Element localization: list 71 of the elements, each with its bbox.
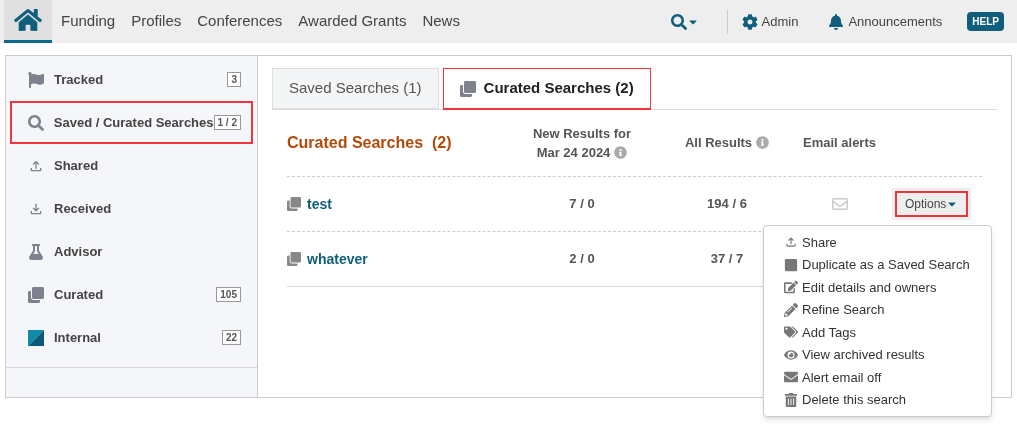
edit-icon [784, 280, 798, 295]
search-icon [28, 114, 44, 131]
info-icon [756, 136, 770, 150]
flask-icon [28, 243, 44, 260]
column-header: New Results for Mar 24 2024 [531, 124, 633, 162]
sidebar-item[interactable]: Received [10, 187, 253, 230]
sidebar-item[interactable]: Shared [10, 144, 253, 187]
copies-icon [28, 286, 44, 303]
table-cell-text: 194 / 6 [706, 195, 748, 214]
table-cell-text: 37 / 7 [709, 250, 745, 269]
nav-link[interactable]: News [422, 10, 460, 33]
envelope-icon [831, 196, 848, 212]
search-dropdown-button[interactable] [670, 13, 699, 30]
menu-item[interactable]: Delete this search [784, 388, 991, 411]
count-badge: 22 [221, 330, 241, 345]
sidebar-label: Received [54, 199, 113, 218]
menu-item[interactable]: Refine Search [784, 298, 991, 321]
copies-icon [287, 252, 301, 266]
sidebar-item[interactable]: Tracked 3 [10, 58, 253, 101]
bell-icon [828, 13, 845, 30]
flag-icon [28, 71, 44, 88]
count-badge: 1 / 2 [213, 115, 241, 130]
count-badge: 3 [227, 72, 241, 87]
tab[interactable]: Saved Searches (1) [272, 68, 439, 109]
search-icon [670, 13, 687, 30]
nav-link[interactable]: Profiles [131, 10, 182, 33]
nav-link[interactable]: Conferences [197, 10, 283, 33]
sidebar-label: Saved / Curated Searches [53, 113, 214, 132]
menu-item[interactable]: Duplicate as a Saved Search [784, 253, 991, 276]
sidebar-item[interactable]: Curated 105 [10, 273, 253, 316]
menu-item[interactable]: Share [784, 231, 991, 254]
table-title: Curated Searches (2) [287, 133, 453, 153]
admin-link[interactable]: Admin [741, 11, 799, 32]
nav-link[interactable]: Funding [61, 10, 116, 33]
sidebar-label: Shared [54, 156, 100, 175]
sidebar-label: Internal [54, 328, 102, 347]
table-cell-text: 7 / 0 [568, 195, 596, 214]
menu-item[interactable]: Alert email off [784, 366, 991, 389]
eye-icon [784, 347, 798, 362]
gear-icon [741, 13, 758, 30]
home-button[interactable] [4, 0, 52, 43]
count-badge: 105 [216, 287, 241, 302]
menu-item[interactable]: Edit details and owners [784, 276, 991, 299]
copies-icon [287, 197, 301, 211]
trash-icon [784, 392, 798, 407]
tab[interactable]: Curated Searches (2) [442, 68, 651, 110]
search-name-link[interactable]: test [307, 193, 332, 215]
nav-link[interactable]: Awarded Grants [298, 10, 407, 33]
square-icon [28, 329, 44, 346]
home-icon [14, 6, 42, 34]
sidebar-label: Advisor [54, 242, 104, 261]
sidebar-label: Curated [54, 285, 105, 304]
copies-icon [459, 80, 476, 97]
options-button[interactable]: Options [895, 191, 969, 217]
menu-item[interactable]: Add Tags [784, 321, 991, 344]
sidebar-item[interactable]: Saved / Curated Searches 1 / 2 [10, 101, 253, 144]
sidebar-label: Tracked [54, 70, 105, 89]
search-name-link[interactable]: whatever [307, 248, 368, 270]
info-icon [614, 146, 628, 159]
announcements-link[interactable]: Announcements [828, 11, 943, 32]
table-cell-text: 2 / 0 [568, 250, 596, 269]
sidebar-item[interactable]: Advisor [10, 230, 253, 273]
envelope-icon [784, 370, 798, 385]
tag-icon [784, 325, 798, 340]
help-button[interactable]: HELP [967, 12, 1004, 31]
sidebar-item[interactable]: Internal 22 [10, 316, 253, 359]
menu-item[interactable]: View archived results [784, 343, 991, 366]
column-header: Email alerts [803, 134, 876, 153]
pencil-icon [784, 302, 798, 317]
upload-tray-icon [784, 235, 798, 250]
column-header: All Results [684, 133, 770, 153]
